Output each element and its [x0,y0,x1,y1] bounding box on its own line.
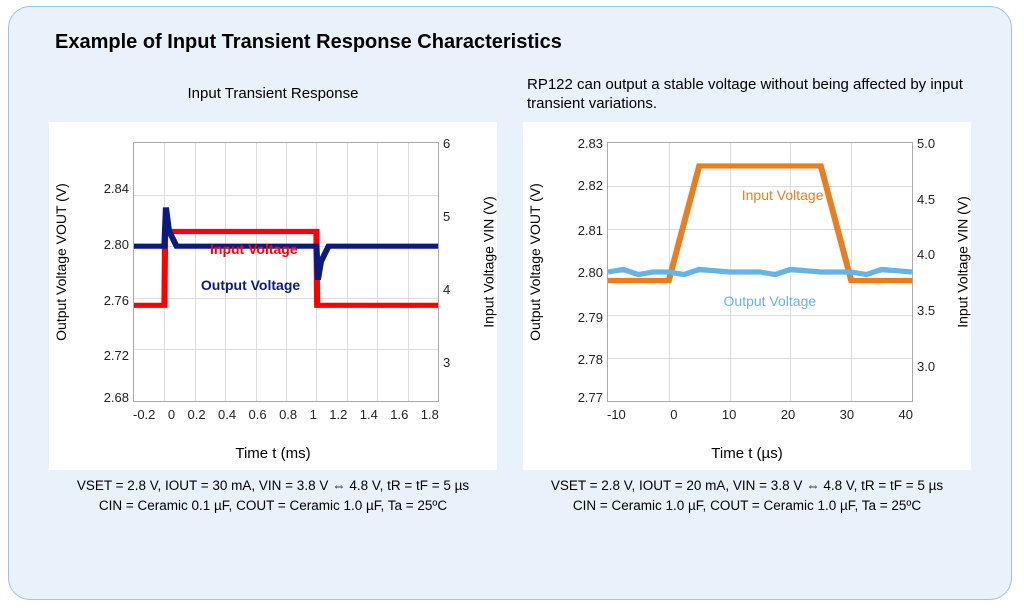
right-output-trace [608,269,912,274]
main-title: Example of Input Transient Response Char… [55,31,971,54]
right-input-trace-label: Input Voltage [742,187,824,203]
tick: 0 [168,407,175,422]
right-output-trace-label: Output Voltage [724,293,817,309]
right-y2-axis-label: Input Voltage VIN (V) [955,196,971,328]
tick: 2.77 [578,390,603,405]
left-y-axis-label: Output Voltage VOUT (V) [53,183,69,341]
tick: 1.8 [421,407,439,422]
left-chart-box: Output Voltage VOUT (V) Input Voltage VI… [49,122,497,470]
right-y-axis-label: Output Voltage VOUT (V) [527,183,543,341]
tick: -0.2 [133,407,155,422]
tick: 0.6 [249,407,267,422]
right-traces-svg [608,143,912,401]
tick: 1.2 [329,407,347,422]
tick: 40 [898,407,912,422]
tick: 2.78 [578,352,603,367]
tick: -10 [607,407,626,422]
tick: 2.82 [578,178,603,193]
tick: 0.2 [188,407,206,422]
tick: 2.72 [104,348,129,363]
caption-line: VSET = 2.8 V, IOUT = 30 mA, VIN = 3.8 V … [49,476,497,496]
right-x-ticks: -10 0 10 20 30 40 [607,407,913,422]
tick: 2.80 [104,237,129,252]
panes-row: Input Transient Response Output Voltage … [49,70,971,517]
tick: 5 [443,209,450,224]
left-x-axis-label: Time t (ms) [49,445,497,462]
left-caption: VSET = 2.8 V, IOUT = 30 mA, VIN = 3.8 V … [49,476,497,517]
tick: 3 [443,355,450,370]
tick: 0.8 [279,407,297,422]
card-container: Example of Input Transient Response Char… [8,6,1012,600]
tick: 2.83 [578,136,603,151]
left-x-ticks: -0.2 0 0.2 0.4 0.6 0.8 1 1.2 1.4 1.6 1.8 [133,407,439,422]
tick: 3.0 [917,359,935,374]
right-chart-title: RP122 can output a stable voltage withou… [523,70,971,118]
left-input-trace-label: Input Voltage [210,241,298,257]
tick: 4.0 [917,247,935,262]
right-pane: RP122 can output a stable voltage withou… [523,70,971,517]
caption-line: CIN = Ceramic 1.0 µF, COUT = Ceramic 1.0… [523,496,971,516]
tick: 30 [840,407,854,422]
right-plot-area: Input Voltage Output Voltage [607,142,913,402]
tick: 2.79 [578,310,603,325]
right-caption: VSET = 2.8 V, IOUT = 20 mA, VIN = 3.8 V … [523,476,971,517]
left-output-trace-label: Output Voltage [201,277,300,293]
left-chart-title: Input Transient Response [49,70,497,118]
caption-line: VSET = 2.8 V, IOUT = 20 mA, VIN = 3.8 V … [523,476,971,496]
caption-line: CIN = Ceramic 0.1 µF, COUT = Ceramic 1.0… [49,496,497,516]
tick: 10 [722,407,736,422]
left-traces-svg [134,143,438,401]
tick: 4.5 [917,192,935,207]
right-chart-box: Output Voltage VOUT (V) Input Voltage VI… [523,122,971,470]
right-input-trace [608,166,912,281]
tick: 1 [310,407,317,422]
tick: 2.81 [578,223,603,238]
left-y2-axis-label: Input Voltage VIN (V) [481,196,497,328]
tick: 5.0 [917,136,935,151]
tick: 20 [781,407,795,422]
tick: 3.5 [917,303,935,318]
tick: 6 [443,136,450,151]
tick: 1.4 [360,407,378,422]
left-plot-area: Input Voltage Output Voltage [133,142,439,402]
tick: 2.84 [104,181,129,196]
tick: 4 [443,282,450,297]
tick: 2.68 [104,390,129,405]
left-pane: Input Transient Response Output Voltage … [49,70,497,517]
tick: 0 [670,407,677,422]
tick: 1.6 [390,407,408,422]
tick: 2.76 [104,293,129,308]
tick: 0.4 [218,407,236,422]
right-x-axis-label: Time t (µs) [523,445,971,462]
tick: 2.80 [578,265,603,280]
